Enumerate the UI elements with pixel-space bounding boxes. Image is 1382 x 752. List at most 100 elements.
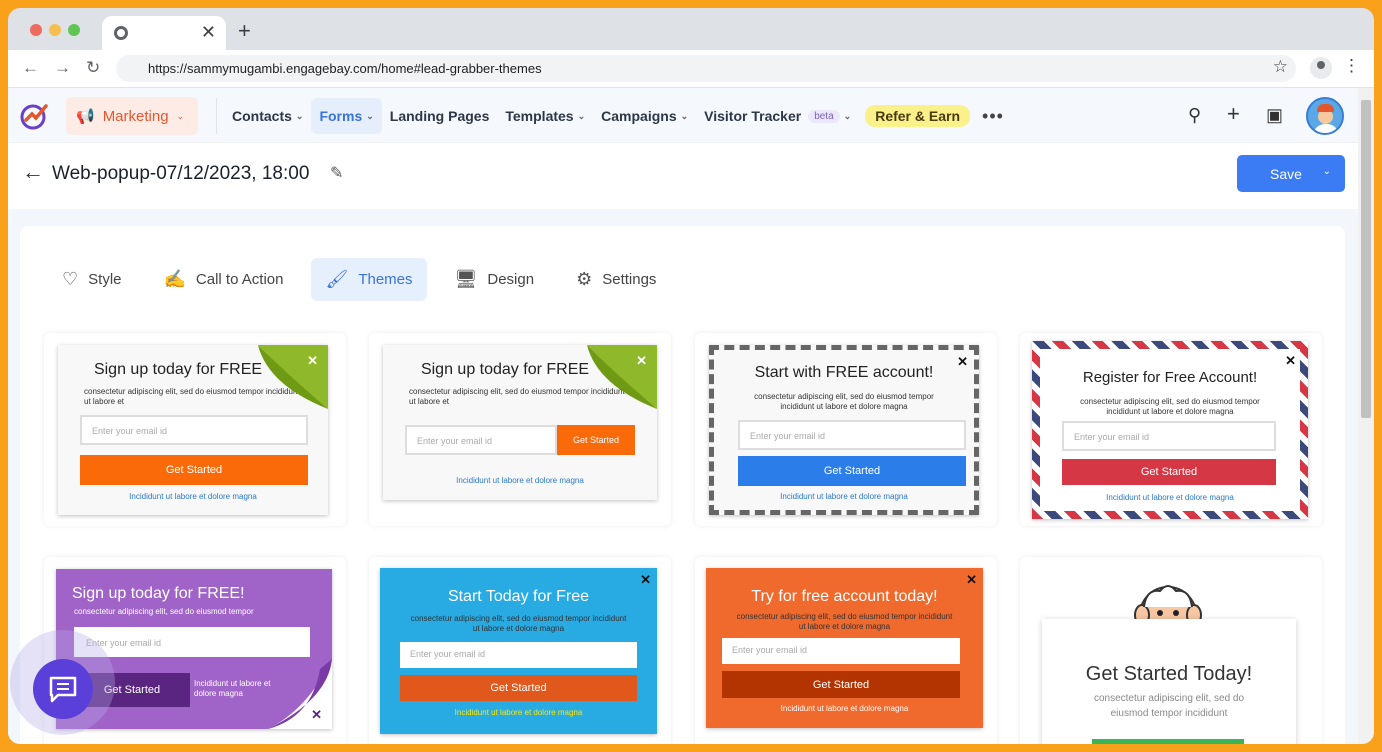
chevron-down-icon: ⌄ <box>366 110 374 121</box>
theme-link: Incididunt ut labore et dolore magna <box>129 492 257 501</box>
email-input: Enter your email id <box>80 415 308 445</box>
theme-title: Start with FREE account! <box>754 364 934 381</box>
nav-visitor-tracker[interactable]: Visitor Tracker beta ⌄ <box>696 98 859 134</box>
tab-label: Call to Action <box>195 271 284 288</box>
theme-subtitle: consectetur adipiscing elit, sed do eius… <box>74 607 254 616</box>
add-icon[interactable]: + <box>1227 101 1240 127</box>
nav-landing-pages[interactable]: Landing Pages <box>382 98 498 134</box>
tab-settings[interactable]: ⚙ Settings <box>562 258 670 301</box>
chevron-down-icon: ⌄ <box>843 110 852 121</box>
minimize-window-button[interactable] <box>49 24 61 36</box>
chevron-down-icon[interactable]: ⌄ <box>1323 166 1331 177</box>
nav-forms[interactable]: Forms ⌄ <box>311 98 382 134</box>
theme-title: Try for free account today! <box>751 588 938 605</box>
back-arrow-icon[interactable]: ← <box>22 58 39 78</box>
theme-card-3[interactable]: Start with FREE account! consectetur adi… <box>695 333 997 526</box>
save-button[interactable]: Save ⌄ <box>1237 155 1345 192</box>
more-icon[interactable]: ••• <box>982 106 1004 127</box>
tab-label: Style <box>88 271 122 288</box>
nav-label: Contacts <box>232 108 292 124</box>
brush-icon: 🖌 <box>325 269 349 289</box>
reload-icon[interactable]: ↻ <box>86 58 100 78</box>
theme-title: Register for Free Account! <box>1082 369 1258 386</box>
address-bar-row: ← → ↻ https://sammymugambi.engagebay.com… <box>8 50 1374 88</box>
form-edit-icon: ✍ <box>163 269 186 289</box>
theme-card-8[interactable]: Get Started Today! consectetur adipiscin… <box>1020 557 1322 744</box>
email-input: Enter your email id <box>74 627 310 657</box>
nav-label: Forms <box>319 108 363 124</box>
nav-campaigns[interactable]: Campaigns ⌄ <box>593 98 696 134</box>
nav-label: Templates <box>505 108 574 124</box>
close-icon: ✕ <box>957 354 968 369</box>
tab-call-to-action[interactable]: ✍ Call to Action <box>150 258 298 301</box>
chevron-down-icon: ⌄ <box>680 110 689 121</box>
theme-card-6[interactable]: Start Today for Free consectetur adipisc… <box>369 557 671 744</box>
theme-subtitle: consectetur adipiscing elit, sed do eius… <box>1093 693 1245 719</box>
close-icon: ✕ <box>1285 353 1296 368</box>
tab-style[interactable]: ♡ Style <box>48 258 136 301</box>
monitor-icon: 🖥 <box>454 269 478 289</box>
tab-themes[interactable]: 🖌 Themes <box>311 258 427 301</box>
maximize-window-button[interactable] <box>68 24 80 36</box>
get-started-button: Get Started <box>80 455 308 485</box>
theme-subtitle: consectetur adipiscing elit, sed do eius… <box>1080 397 1260 416</box>
nav-templates[interactable]: Templates ⌄ <box>497 98 593 134</box>
refer-earn-button[interactable]: Refer & Earn <box>865 105 971 127</box>
theme-card-4[interactable]: Register for Free Account! consectetur a… <box>1020 333 1322 526</box>
browser-window: ✕ + ← → ↻ https://sammymugambi.engagebay… <box>8 8 1374 744</box>
get-started-button: Get Started <box>400 675 637 701</box>
chat-icon <box>49 676 77 703</box>
search-icon[interactable]: ⚲ <box>1188 105 1201 126</box>
divider <box>216 98 217 134</box>
beta-badge: beta <box>808 109 840 123</box>
close-icon: ✕ <box>640 572 651 587</box>
gear-icon: ⚙ <box>576 269 593 289</box>
profile-icon[interactable] <box>1310 57 1332 79</box>
get-started-button: Get Started <box>1062 459 1276 485</box>
close-window-button[interactable] <box>30 24 42 36</box>
back-arrow-icon[interactable]: ← <box>22 159 44 185</box>
megaphone-icon: 📢 <box>76 108 95 125</box>
email-input: Enter your email id <box>400 642 637 668</box>
chevron-down-icon: ⌄ <box>295 110 304 121</box>
theme-card-1[interactable]: Sign up today for FREE consectetur adipi… <box>44 333 346 526</box>
nav-contacts[interactable]: Contacts ⌄ <box>224 98 311 134</box>
theme-link: Incididunt ut labore et dolore magna <box>780 492 908 501</box>
close-icon: ✕ <box>311 707 322 722</box>
browser-menu-icon[interactable]: ⋮ <box>1343 56 1360 76</box>
engagebay-logo-icon[interactable] <box>18 100 50 132</box>
top-nav: 📢 Marketing ⌄ Contacts ⌄ Forms ⌄ Landing P… <box>8 88 1358 143</box>
browser-tab[interactable]: ✕ <box>102 16 226 50</box>
new-tab-button[interactable]: + <box>238 18 251 44</box>
module-switcher[interactable]: 📢 Marketing ⌄ <box>66 97 198 135</box>
chat-button[interactable] <box>33 659 93 719</box>
url-field[interactable]: https://sammymugambi.engagebay.com/home#… <box>116 55 1296 82</box>
theme-card-2[interactable]: Sign up today for FREE consectetur adipi… <box>369 333 671 526</box>
tab-design[interactable]: 🖥 Design <box>441 258 549 301</box>
theme-title: Sign up today for FREE! <box>72 585 245 602</box>
calendar-icon[interactable]: ▣ <box>1266 105 1283 126</box>
email-input: Enter your email id <box>722 638 960 664</box>
theme-subtitle: consectetur adipiscing elit, sed do eius… <box>736 612 953 631</box>
bookmark-star-icon[interactable]: ☆ <box>1273 57 1288 77</box>
page-header: ← Web-popup-07/12/2023, 18:00 ✎ Save ⌄ <box>8 143 1358 209</box>
email-input: Enter your email id <box>1062 421 1276 451</box>
page-scrollbar[interactable] <box>1358 88 1374 744</box>
pencil-icon[interactable]: ✎ <box>330 163 343 183</box>
user-avatar[interactable] <box>1306 97 1344 135</box>
tab-close-icon[interactable]: ✕ <box>201 22 216 43</box>
scrollbar-thumb[interactable] <box>1361 100 1371 418</box>
get-started-button: Get Started <box>738 456 966 486</box>
tab-strip: ✕ + <box>8 8 1374 50</box>
editor-tabs: ♡ Style ✍ Call to Action 🖌 Themes 🖥 Design ⚙… <box>48 258 670 301</box>
email-input: Enter your email id <box>738 420 966 450</box>
theme-subtitle: consectetur adipiscing elit, sed do eius… <box>410 614 627 633</box>
theme-card-7[interactable]: Try for free account today! consectetur … <box>695 557 997 744</box>
email-input: Enter your email id <box>405 425 557 455</box>
nav-label: Landing Pages <box>389 108 490 124</box>
chevron-down-icon: ⌄ <box>577 110 586 121</box>
chevron-down-icon: ⌄ <box>176 110 185 121</box>
theme-link: Incididunt ut labore et dolore magna <box>1106 493 1234 502</box>
forward-arrow-icon[interactable]: → <box>54 58 71 78</box>
close-icon: ✕ <box>636 353 647 368</box>
